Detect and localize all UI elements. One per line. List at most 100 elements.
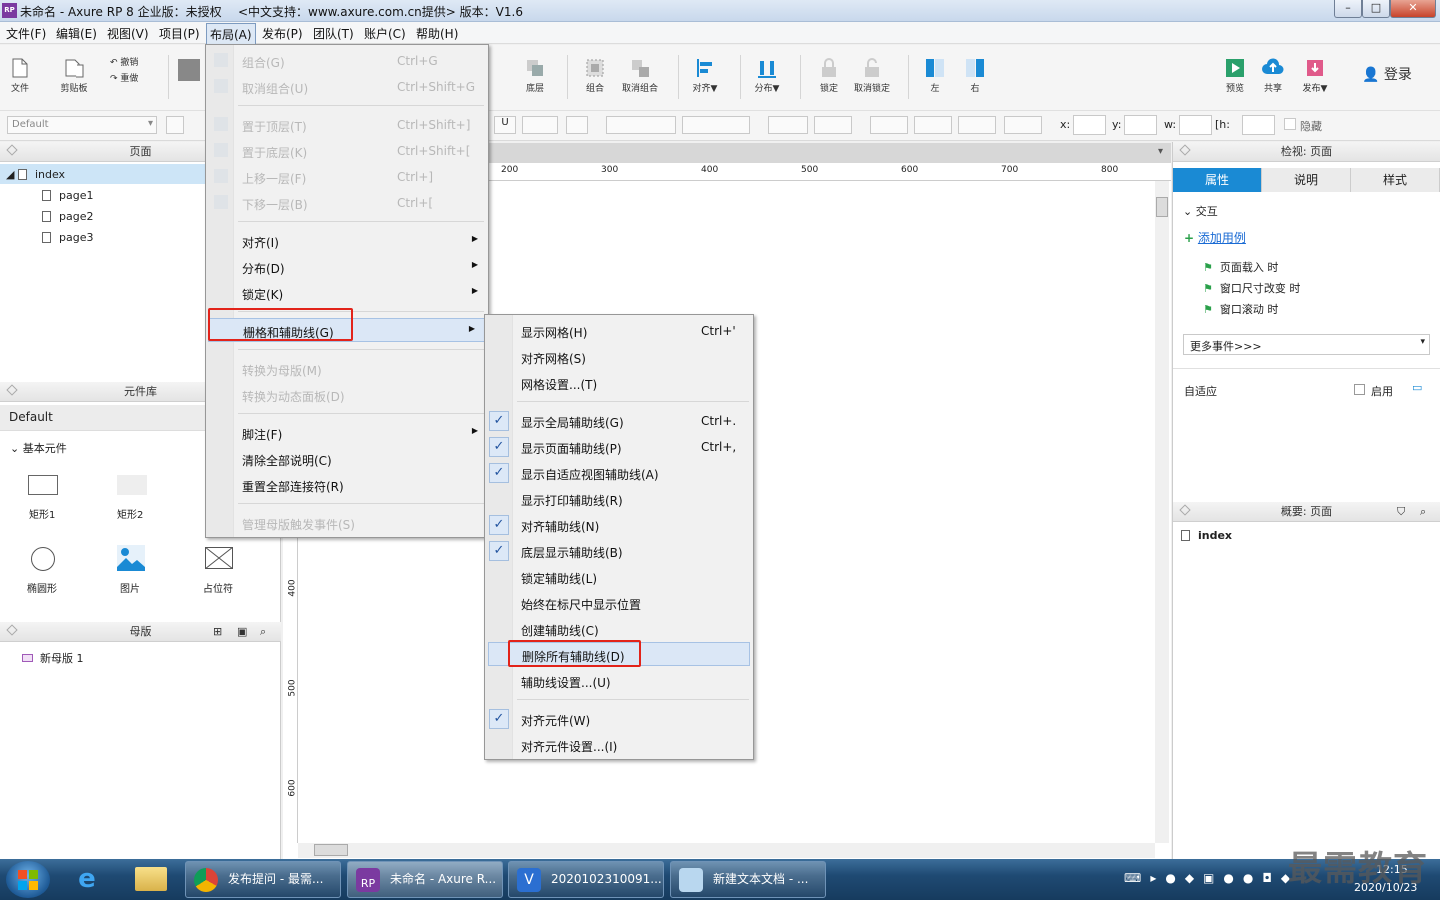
w-input[interactable] [1179, 115, 1212, 135]
menu-edit[interactable]: 编辑(E) [56, 25, 97, 42]
menu-item-distribute[interactable]: 分布(D) ▶ [206, 255, 488, 279]
add-case-link[interactable]: + 添加用例 [1184, 229, 1246, 246]
menu-item-grid-settings[interactable]: 网格设置...(T) [485, 371, 753, 395]
menu-item-send-to-back[interactable]: 置于底层(K) Ctrl+Shift+[ [206, 139, 488, 163]
add-master-icon[interactable]: ⊞ [213, 622, 222, 642]
menu-item-show-page-guides[interactable]: ✓ 显示页面辅助线(P) Ctrl+, [485, 435, 753, 459]
rectangle1-widget[interactable] [28, 475, 58, 495]
master-item[interactable]: 新母版 1 [22, 650, 84, 666]
menu-item-footnote[interactable]: 脚注(F) ▶ [206, 421, 488, 445]
ie-browser-icon[interactable]: e [72, 865, 102, 893]
underline-button[interactable]: U [494, 116, 516, 134]
lock-button[interactable]: 锁定 [812, 57, 846, 94]
menu-item-create-guides[interactable]: 创建辅助线(C) [485, 617, 753, 641]
placeholder-widget-icon[interactable] [205, 547, 233, 569]
rectangle2-widget[interactable] [117, 475, 147, 495]
menu-item-manage-master-events[interactable]: 管理母版触发事件(S) [206, 511, 488, 535]
scrollbar-thumb[interactable] [1156, 197, 1168, 217]
more-events-select[interactable]: 更多事件>>> ▾ [1183, 334, 1430, 355]
menu-item-show-position-in-ruler[interactable]: 始终在标尺中显示位置 [485, 591, 753, 615]
login-button[interactable]: 👤 登录 [1362, 64, 1418, 84]
menu-item-lock[interactable]: 锁定(K) ▶ [206, 281, 488, 305]
hidden-checkbox[interactable] [1284, 118, 1296, 130]
select-mode-icon[interactable] [178, 59, 200, 81]
taskbar-item-chrome[interactable]: 发布提问 - 最需... [185, 861, 341, 898]
x-input[interactable] [1073, 115, 1106, 135]
distribute-button[interactable]: 分布▼ [750, 57, 784, 94]
interaction-section[interactable]: ⌄ 交互 [1183, 203, 1218, 219]
arrow-style-button[interactable] [1004, 116, 1042, 134]
pin-icon[interactable] [1179, 144, 1191, 156]
taskbar-item-video[interactable]: V 2020102310091... [508, 861, 664, 898]
y-input[interactable] [1124, 115, 1157, 135]
image-widget-icon[interactable] [117, 545, 145, 571]
adaptive-enable-checkbox[interactable] [1354, 384, 1365, 395]
library-section[interactable]: ⌄ 基本元件 [10, 440, 67, 456]
menu-item-bring-to-front[interactable]: 置于顶层(T) Ctrl+Shift+] [206, 113, 488, 137]
publish-button[interactable]: 发布▼ [1298, 57, 1332, 94]
style-select[interactable]: Default ▾ [7, 116, 157, 134]
menu-view[interactable]: 视图(V) [107, 25, 149, 42]
menu-item-clear-notes[interactable]: 清除全部说明(C) [206, 447, 488, 471]
chevron-down-icon[interactable]: ▾ [1158, 146, 1163, 157]
page-tree-item[interactable]: page3 [42, 231, 93, 244]
menu-item-snap-to-grid[interactable]: 对齐网格(S) [485, 345, 753, 369]
menu-item-show-print-guides[interactable]: 显示打印辅助线(R) [485, 487, 753, 511]
search-icon[interactable]: ⌕ [1420, 502, 1426, 522]
event-item[interactable]: ⚑ 窗口尺寸改变 时 [1203, 280, 1300, 296]
menu-item-convert-to-master[interactable]: 转换为母版(M) [206, 357, 488, 381]
tab-properties[interactable]: 属性 [1173, 168, 1262, 192]
menu-item-guide-settings[interactable]: 辅助线设置...(U) [485, 669, 753, 693]
file-button[interactable]: 文件 [6, 57, 34, 94]
menu-layout[interactable]: 布局(A) [206, 23, 256, 46]
menu-item-show-adaptive-guides[interactable]: ✓ 显示自适应视图辅助线(A) [485, 461, 753, 485]
bullet-list-button[interactable] [566, 116, 588, 134]
menu-item-show-global-guides[interactable]: ✓ 显示全局辅助线(G) Ctrl+. [485, 409, 753, 433]
menu-team[interactable]: 团队(T) [313, 25, 354, 42]
line-style-button[interactable] [958, 116, 996, 134]
vertical-scrollbar[interactable] [1155, 181, 1169, 843]
menu-account[interactable]: 账户(C) [364, 25, 406, 42]
horizontal-scrollbar[interactable] [298, 843, 1155, 858]
h-input[interactable] [1242, 115, 1275, 135]
taskbar-item-notepad[interactable]: 新建文本文档 - ... [670, 861, 826, 898]
format-painter-icon[interactable] [166, 116, 184, 134]
text-align-group[interactable] [606, 116, 676, 134]
filter-icon[interactable]: ⛉ [1397, 502, 1405, 522]
unlock-button[interactable]: 取消锁定 [850, 57, 894, 94]
close-button[interactable]: ✕ [1390, 0, 1436, 18]
start-button[interactable] [6, 861, 50, 898]
menu-item-send-backward[interactable]: 下移一层(B) Ctrl+[ [206, 191, 488, 215]
undo-button[interactable]: ↶ 撤销 [110, 55, 150, 68]
menu-item-bring-forward[interactable]: 上移一层(F) Ctrl+] [206, 165, 488, 189]
ellipse-widget[interactable] [31, 547, 55, 571]
vertical-align-group[interactable] [682, 116, 750, 134]
menu-item-snap-widget-settings[interactable]: 对齐元件设置...(I) [485, 733, 753, 757]
menu-help[interactable]: 帮助(H) [416, 25, 458, 42]
menu-item-snap-to-guides[interactable]: ✓ 对齐辅助线(N) [485, 513, 753, 537]
menu-item-guides-below[interactable]: ✓ 底层显示辅助线(B) [485, 539, 753, 563]
tab-style[interactable]: 样式 [1351, 168, 1440, 192]
redo-button[interactable]: ↷ 重做 [110, 71, 150, 84]
taskbar-item-axure[interactable]: RP 未命名 - Axure R... [347, 861, 503, 898]
outline-item[interactable]: index [1181, 529, 1232, 542]
ungroup-button[interactable]: 取消组合 [618, 57, 662, 94]
text-color-button[interactable] [522, 116, 558, 134]
preview-button[interactable]: 预览 [1220, 57, 1250, 94]
clipboard-button[interactable]: 剪贴板 [56, 57, 92, 94]
menu-project[interactable]: 项目(P) [159, 25, 200, 42]
shadow-button[interactable] [814, 116, 852, 134]
line-color-button[interactable] [870, 116, 908, 134]
scrollbar-thumb[interactable] [314, 844, 348, 856]
add-folder-icon[interactable]: ▣ [237, 622, 247, 642]
menu-item-group[interactable]: 组合(G) Ctrl+G [206, 49, 488, 73]
page-tree-item[interactable]: page2 [42, 210, 93, 223]
pin-icon[interactable] [6, 624, 18, 636]
pin-icon[interactable] [6, 384, 18, 396]
fill-color-button[interactable] [768, 116, 808, 134]
bottom-layer-button[interactable]: 底层 [518, 57, 552, 94]
maximize-button[interactable]: □ [1362, 0, 1390, 18]
minimize-button[interactable]: – [1334, 0, 1362, 18]
menu-item-snap-to-widgets[interactable]: ✓ 对齐元件(W) [485, 707, 753, 731]
menu-item-show-grid[interactable]: 显示网格(H) Ctrl+' [485, 319, 753, 343]
